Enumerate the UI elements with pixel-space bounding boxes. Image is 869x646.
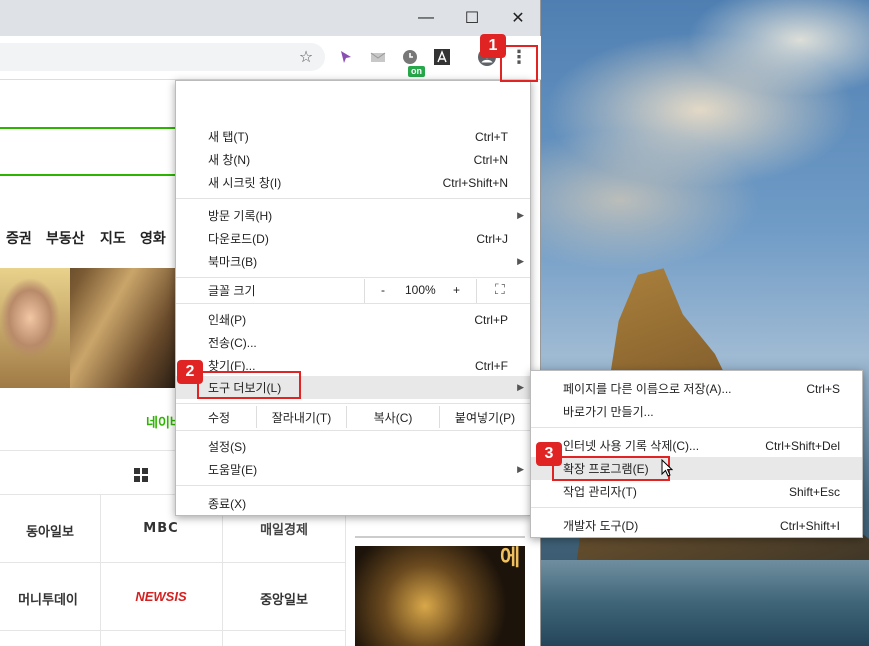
bookmark-star-icon[interactable]: ☆ bbox=[295, 46, 317, 68]
menu-item-history[interactable]: 방문 기록(H) ▶ bbox=[176, 204, 530, 227]
right-ad-text: 에 bbox=[500, 545, 521, 570]
menu-divider bbox=[176, 277, 530, 278]
press-logo-mbc[interactable]: MBC bbox=[110, 521, 212, 536]
submenu-item-create-shortcut[interactable]: 바로가기 만들기... bbox=[531, 400, 862, 423]
press-logo-donga[interactable]: 동아일보 bbox=[4, 521, 96, 540]
nav-item-map[interactable]: 지도 bbox=[100, 228, 126, 248]
submenu-item-task-manager[interactable]: 작업 관리자(T) Shift+Esc bbox=[531, 480, 862, 503]
nav-item-movie[interactable]: 영화 bbox=[140, 228, 166, 248]
edit-cut-button[interactable]: 잘라내기(T) bbox=[256, 406, 346, 428]
menu-divider bbox=[176, 403, 530, 404]
zoom-divider bbox=[364, 279, 365, 303]
extension-on-badge: on bbox=[408, 66, 425, 77]
edit-paste-button[interactable]: 붙여넣기(P) bbox=[439, 406, 530, 428]
step2-highlight-frame bbox=[197, 371, 301, 399]
submenu-item-save-page[interactable]: 페이지를 다른 이름으로 저장(A)... Ctrl+S bbox=[531, 377, 862, 400]
close-icon: ✕ bbox=[511, 10, 525, 27]
menu-item-print[interactable]: 인쇄(P) Ctrl+P bbox=[176, 308, 530, 331]
menu-divider bbox=[531, 507, 862, 508]
submenu-item-clear-data[interactable]: 인터넷 사용 기록 삭제(C)... Ctrl+Shift+Del bbox=[531, 434, 862, 457]
nav-item-stocks[interactable]: 증권 bbox=[6, 228, 32, 248]
extension-mail-icon[interactable] bbox=[367, 46, 389, 68]
search-box-border-top bbox=[0, 127, 175, 129]
menu-item-edit: 수정 bbox=[208, 411, 231, 425]
title-bar: — ☐ ✕ bbox=[0, 0, 540, 36]
search-box-border-bottom bbox=[0, 174, 175, 176]
submenu-arrow-icon: ▶ bbox=[517, 256, 524, 266]
game-ad-banner[interactable] bbox=[0, 268, 175, 388]
maximize-button[interactable]: ☐ bbox=[449, 0, 495, 36]
more-tools-submenu: 페이지를 다른 이름으로 저장(A)... Ctrl+S 바로가기 만들기... … bbox=[530, 370, 863, 538]
zoom-in-button[interactable]: + bbox=[453, 283, 460, 297]
step-marker-1: 1 bbox=[480, 34, 506, 58]
menu-item-new-window[interactable]: 새 창(N) Ctrl+N bbox=[176, 148, 530, 171]
press-logo-joongang[interactable]: 중앙일보 bbox=[232, 589, 336, 608]
press-logo-newsis[interactable]: NEWSIS bbox=[110, 589, 212, 604]
submenu-arrow-icon: ▶ bbox=[517, 382, 524, 392]
address-bar[interactable] bbox=[0, 43, 325, 71]
chrome-main-menu: 새 탭(T) Ctrl+T 새 창(N) Ctrl+N 새 시크릿 창(I) Ctrl… bbox=[175, 80, 531, 516]
extension-pointer-icon[interactable] bbox=[335, 46, 357, 68]
menu-divider bbox=[176, 303, 530, 304]
menu-item-settings[interactable]: 설정(S) bbox=[176, 435, 530, 458]
wallpaper-sea bbox=[540, 560, 869, 646]
divider bbox=[0, 630, 345, 631]
grid-view-icon[interactable] bbox=[130, 464, 152, 486]
mouse-cursor-icon bbox=[661, 458, 674, 482]
minimize-button[interactable]: — bbox=[403, 0, 449, 36]
menu-item-incognito[interactable]: 새 시크릿 창(I) Ctrl+Shift+N bbox=[176, 171, 530, 194]
zoom-level: 100% bbox=[405, 283, 436, 297]
extension-font-icon[interactable] bbox=[431, 46, 453, 68]
divider bbox=[0, 562, 345, 563]
minimize-icon: — bbox=[418, 9, 434, 26]
browser-toolbar: ☆ on ⋮ bbox=[0, 36, 541, 80]
banner-character-image bbox=[0, 268, 70, 388]
press-logo-mt[interactable]: 머니투데이 bbox=[0, 589, 96, 608]
menu-item-help[interactable]: 도움말(E) ▶ bbox=[176, 458, 530, 481]
right-panel-border bbox=[355, 536, 525, 538]
menu-divider bbox=[176, 485, 530, 486]
step-marker-2: 2 bbox=[177, 360, 203, 384]
menu-divider bbox=[531, 427, 862, 428]
menu-item-bookmarks[interactable]: 북마크(B) ▶ bbox=[176, 250, 530, 273]
divider bbox=[345, 494, 346, 646]
menu-divider bbox=[176, 430, 530, 431]
step-marker-3: 3 bbox=[536, 442, 562, 466]
press-logo-mk[interactable]: 매일경제 bbox=[232, 519, 336, 538]
menu-item-exit[interactable]: 종료(X) bbox=[176, 492, 530, 515]
close-button[interactable]: ✕ bbox=[495, 0, 541, 36]
menu-divider bbox=[176, 198, 530, 199]
menu-item-downloads[interactable]: 다운로드(D) Ctrl+J bbox=[176, 227, 530, 250]
nav-item-realestate[interactable]: 부동산 bbox=[46, 228, 85, 248]
submenu-arrow-icon: ▶ bbox=[517, 464, 524, 474]
edit-copy-button[interactable]: 복사(C) bbox=[346, 406, 439, 428]
maximize-icon: ☐ bbox=[464, 10, 480, 27]
zoom-out-button[interactable]: - bbox=[381, 283, 385, 297]
zoom-divider bbox=[476, 279, 477, 303]
fullscreen-icon[interactable]: ⛶ bbox=[495, 281, 505, 298]
submenu-item-dev-tools[interactable]: 개발자 도구(D) Ctrl+Shift+I bbox=[531, 514, 862, 537]
extension-clock-icon[interactable] bbox=[399, 46, 421, 68]
submenu-arrow-icon: ▶ bbox=[517, 210, 524, 220]
step3-highlight-frame bbox=[552, 456, 670, 481]
menu-item-new-tab[interactable]: 새 탭(T) Ctrl+T bbox=[176, 125, 530, 148]
menu-item-cast[interactable]: 전송(C)... bbox=[176, 331, 530, 354]
divider bbox=[222, 494, 223, 646]
divider bbox=[100, 494, 101, 646]
